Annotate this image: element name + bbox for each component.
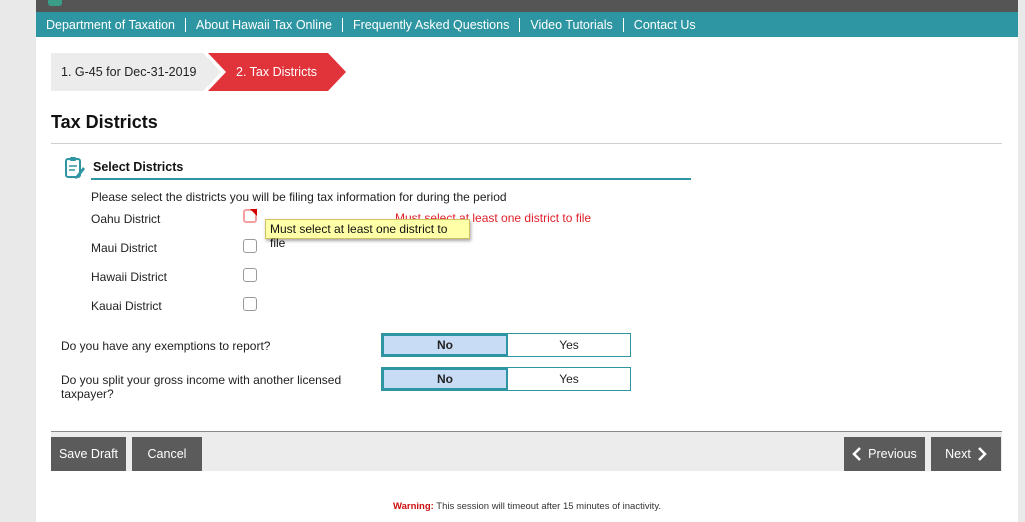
save-draft-button[interactable]: Save Draft [51, 437, 126, 471]
main-nav: Department of Taxation About Hawaii Tax … [36, 12, 1018, 37]
exemptions-no-option[interactable]: No [382, 334, 508, 356]
clipboard-edit-icon [65, 157, 85, 179]
section-title: Select Districts [93, 160, 184, 174]
next-button[interactable]: Next [931, 437, 1001, 471]
question-exemptions-label: Do you have any exemptions to report? [61, 339, 271, 353]
nav-video-tutorials[interactable]: Video Tutorials [519, 17, 622, 32]
section-instructions: Please select the districts you will be … [91, 190, 507, 204]
checkbox-maui[interactable] [243, 239, 257, 253]
split-income-toggle: No Yes [381, 367, 631, 391]
validation-tooltip: Must select at least one district to fil… [265, 219, 470, 250]
step-tax-districts[interactable]: 2. Tax Districts [208, 53, 346, 91]
nav-contact-us[interactable]: Contact Us [622, 17, 706, 32]
question-split-income-label: Do you split your gross income with anot… [61, 373, 342, 401]
chevron-left-icon [852, 447, 862, 461]
warning-text: This session will timeout after 15 minut… [436, 501, 662, 512]
top-strip [36, 0, 1018, 12]
nav-faq[interactable]: Frequently Asked Questions [341, 17, 519, 32]
page-title: Tax Districts [51, 112, 158, 132]
exemptions-toggle: No Yes [381, 333, 631, 357]
title-divider [51, 143, 1002, 144]
checkbox-kauai[interactable] [243, 297, 257, 311]
district-label-hawaii: Hawaii District [91, 270, 168, 284]
previous-button[interactable]: Previous [844, 437, 925, 471]
error-flag-icon [250, 209, 257, 216]
checkbox-oahu[interactable] [243, 209, 257, 223]
chevron-right-icon [977, 447, 987, 461]
split-income-yes-option[interactable]: Yes [508, 368, 630, 390]
district-label-oahu: Oahu District [91, 212, 161, 226]
warning-label: Warning: [392, 501, 434, 512]
nav-department-of-taxation[interactable]: Department of Taxation [36, 18, 185, 32]
split-income-no-option[interactable]: No [382, 368, 508, 390]
nav-about-hawaii-tax-online[interactable]: About Hawaii Tax Online [185, 17, 342, 32]
step-g45[interactable]: 1. G-45 for Dec-31-2019 [51, 53, 221, 91]
next-button-label: Next [945, 447, 971, 461]
district-label-kauai: Kauai District [91, 299, 162, 313]
cancel-button[interactable]: Cancel [132, 437, 202, 471]
exemptions-yes-option[interactable]: Yes [508, 334, 630, 356]
previous-button-label: Previous [868, 447, 917, 461]
section-divider [91, 178, 691, 180]
wizard-steps: 1. G-45 for Dec-31-2019 2. Tax Districts [51, 53, 361, 91]
session-warning: Warning: This session will timeout after… [36, 501, 1018, 512]
logo-fragment [48, 0, 62, 6]
checkbox-hawaii[interactable] [243, 268, 257, 282]
page-container: Department of Taxation About Hawaii Tax … [36, 0, 1018, 522]
district-label-maui: Maui District [91, 241, 158, 255]
